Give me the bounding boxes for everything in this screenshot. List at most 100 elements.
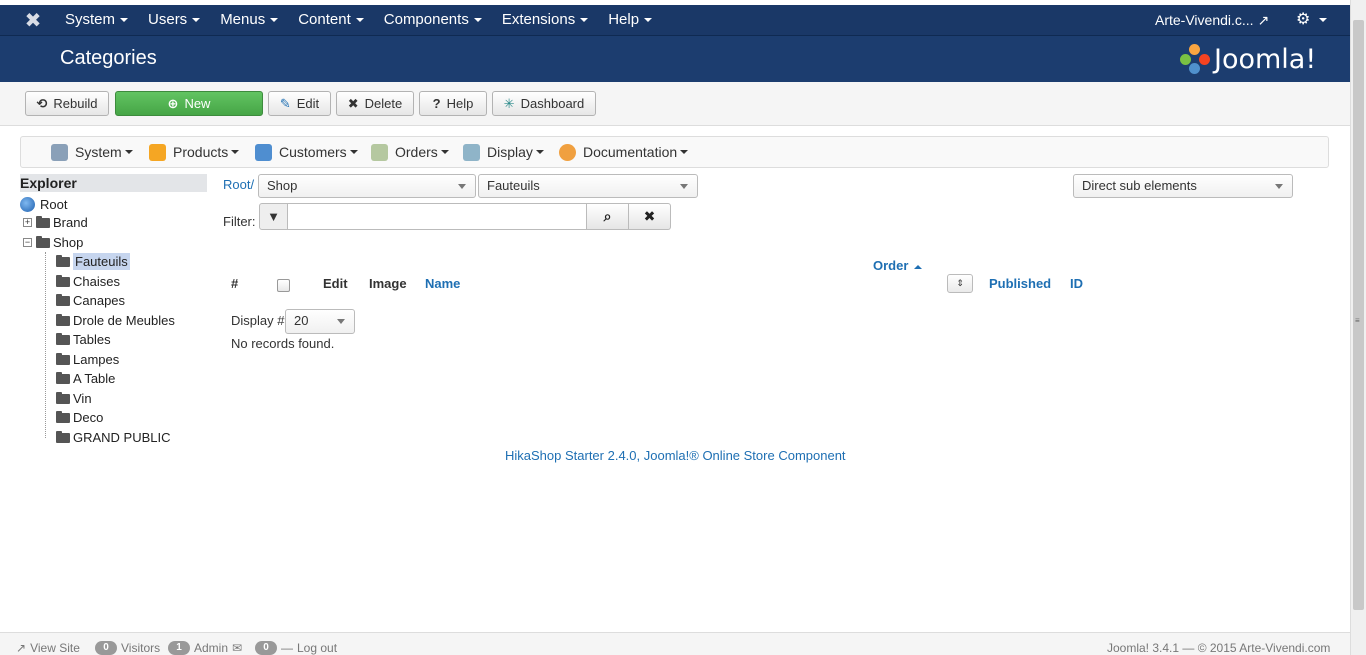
display-limit-select[interactable]: 20 (285, 309, 355, 334)
collapse-icon[interactable]: − (23, 238, 32, 247)
folder-icon (56, 430, 70, 443)
logout-link[interactable]: Log out (297, 641, 337, 655)
tree-node-brand[interactable]: + Brand (23, 214, 88, 231)
tree-node-grand-public[interactable]: GRAND PUBLIC (56, 429, 171, 446)
parent-category-select[interactable]: Shop (258, 174, 476, 198)
submenu-customers[interactable]: Customers (255, 137, 358, 167)
submenu-label: System (75, 144, 122, 160)
tree-node-a-table[interactable]: A Table (56, 370, 115, 387)
id-column-header[interactable]: ID (1070, 276, 1083, 291)
tree-node-shop[interactable]: − Shop (23, 234, 83, 251)
tree-node-root[interactable]: Root (20, 196, 67, 213)
published-column-header[interactable]: Published (989, 276, 1051, 291)
site-name: Arte-Vivendi.c... (1155, 12, 1254, 28)
site-link[interactable]: Arte-Vivendi.c... ↗ (1155, 5, 1269, 35)
tree-node-chaises[interactable]: Chaises (56, 273, 120, 290)
edit-column-header: Edit (323, 276, 348, 291)
top-menu-label: Menus (220, 11, 266, 28)
scope-select[interactable]: Direct sub elements (1073, 174, 1293, 198)
page: ✖ System Users Menus Content Components … (0, 0, 1366, 655)
clear-filter-button[interactable]: ✖ (629, 203, 671, 230)
close-icon: ✖ (347, 95, 359, 111)
select-value: 20 (294, 313, 309, 328)
caret-down-icon (535, 150, 544, 154)
page-scrollbar[interactable]: ≡ (1350, 0, 1366, 655)
save-order-button[interactable]: ⇕ (947, 274, 973, 293)
tree-node-canapes[interactable]: Canapes (56, 292, 125, 309)
edit-button[interactable]: ✎ Edit (268, 91, 331, 116)
submenu-documentation[interactable]: Documentation (559, 137, 689, 167)
top-menu-help[interactable]: Help (598, 5, 662, 36)
admin-badge: 1 (168, 641, 190, 655)
caret-down-icon (473, 18, 482, 23)
select-all-checkbox[interactable] (277, 279, 290, 292)
button-label: Delete (364, 96, 403, 111)
tree-label: Root (40, 197, 68, 212)
caret-down-icon (644, 18, 653, 23)
submenu-display[interactable]: Display (463, 137, 544, 167)
submenu-system[interactable]: System (51, 137, 133, 167)
top-menu-users[interactable]: Users (138, 5, 210, 36)
tree-node-deco[interactable]: Deco (56, 409, 103, 426)
top-menu: System Users Menus Content Components Ex… (55, 5, 662, 36)
gear-icon: ⚙ (1296, 11, 1311, 28)
view-site-link[interactable]: ↗ View Site (16, 641, 80, 655)
top-menu-menus[interactable]: Menus (210, 5, 288, 36)
tree-connector (45, 252, 46, 438)
tree-label: Chaises (73, 274, 120, 289)
messages-status[interactable]: 0 — Log out (255, 641, 337, 655)
button-label: New (184, 96, 211, 111)
top-menu-content[interactable]: Content (288, 5, 374, 36)
tree-label: Brand (53, 215, 88, 230)
submenu-orders[interactable]: Orders (371, 137, 449, 167)
caret-down-icon (349, 150, 358, 154)
rebuild-button[interactable]: ⟲ Rebuild (25, 91, 109, 116)
refresh-icon: ⟲ (36, 95, 48, 111)
filter-icon: ▼ (259, 203, 288, 230)
dashboard-button[interactable]: ✳ Dashboard (492, 91, 596, 116)
joomla-brand-icon (1180, 44, 1210, 74)
tree-node-vin[interactable]: Vin (56, 390, 92, 407)
delete-button[interactable]: ✖ Delete (336, 91, 414, 116)
order-column-header[interactable]: Order (873, 258, 923, 273)
tree-node-drole-de-meubles[interactable]: Drole de Meubles (56, 312, 175, 329)
help-button[interactable]: ? Help (419, 91, 487, 116)
name-column-header[interactable]: Name (425, 276, 460, 291)
tools-icon (51, 143, 68, 161)
filter-input[interactable] (288, 203, 587, 230)
hikashop-footer-link[interactable]: HikaShop Starter 2.4.0, Joomla!® Online … (505, 448, 846, 463)
no-records-message: No records found. (231, 336, 335, 351)
status-label: View Site (30, 641, 80, 655)
tree-node-lampes[interactable]: Lampes (56, 351, 119, 368)
top-menu-label: Help (608, 11, 640, 28)
folder-icon (56, 391, 70, 404)
search-button[interactable]: ⌕ (587, 203, 629, 230)
child-category-select[interactable]: Fauteuils (478, 174, 698, 198)
minus-icon: — (281, 641, 293, 655)
top-menu-system[interactable]: System (55, 5, 138, 36)
submenu-label: Documentation (583, 144, 678, 160)
tree-node-fauteuils[interactable]: Fauteuils (56, 253, 130, 270)
top-menu-extensions[interactable]: Extensions (492, 5, 598, 36)
folder-icon (36, 215, 50, 228)
settings-dropdown[interactable]: ⚙ (1296, 5, 1328, 35)
image-column-header: Image (369, 276, 407, 291)
messages-badge: 0 (255, 641, 277, 655)
joomla-logo-icon[interactable]: ✖ (22, 10, 44, 32)
top-menu-components[interactable]: Components (374, 5, 492, 36)
folder-icon (56, 293, 70, 306)
tree-node-tables[interactable]: Tables (56, 331, 111, 348)
caret-down-icon (231, 150, 240, 154)
caret-down-icon (120, 18, 129, 23)
folder-icon (56, 254, 70, 267)
expand-icon[interactable]: + (23, 218, 32, 227)
tree-label: Shop (53, 235, 84, 250)
external-link-icon: ↗ (1257, 12, 1270, 28)
chevron-down-icon (337, 319, 345, 324)
scrollbar-thumb[interactable] (1353, 20, 1364, 610)
submenu-products[interactable]: Products (149, 137, 240, 167)
breadcrumb-root[interactable]: Root/ (223, 177, 254, 192)
page-title: Categories (60, 47, 157, 69)
select-value: Fauteuils (487, 178, 540, 193)
new-button[interactable]: ⊕ New (115, 91, 263, 116)
